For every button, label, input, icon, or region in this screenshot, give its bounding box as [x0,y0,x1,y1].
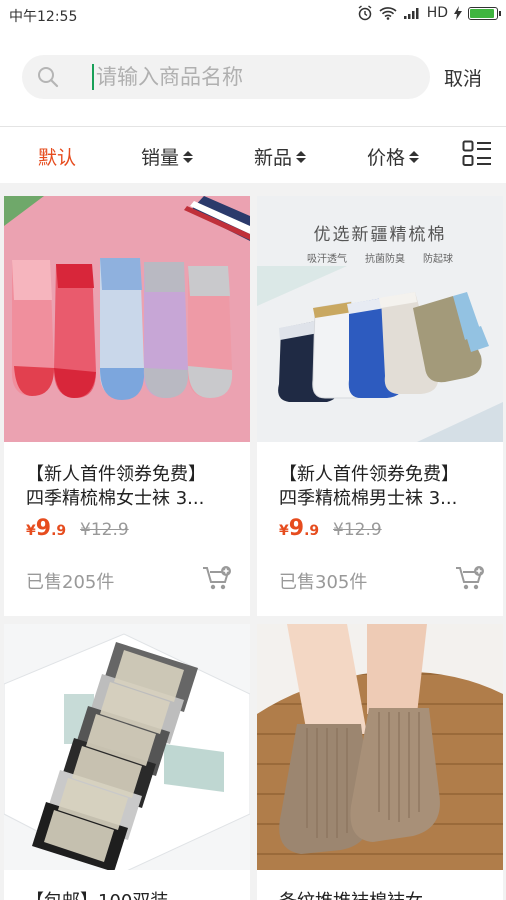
product-title-line2: 四季精梳棉女士袜 3... [26,488,205,509]
sort-arrows-icon [296,150,307,164]
product-title-line1: 【新人首件领券免费】 [279,464,459,485]
price-currency: ¥ [279,523,289,539]
price-decimal: .9 [51,523,67,539]
socks-photo [4,196,250,442]
sort-default-label: 默认 [38,147,77,169]
status-bar: 中午12:55 HD [0,0,506,30]
add-to-cart-icon[interactable] [202,566,232,592]
price-integer: 9 [35,516,52,541]
product-price: ¥ 9 .9 [26,516,66,541]
network-type: HD [426,5,448,21]
price-currency: ¥ [26,523,36,539]
original-price: ¥12.9 [80,520,129,540]
status-icons: HD [357,5,501,21]
product-image [257,624,503,870]
product-card[interactable]: 优选新疆精梳棉 吸汗透气 抗菌防臭 防起球 【新人首件领券免费】 四季精梳棉男士… [257,196,503,616]
socks-photo [4,624,250,870]
charging-icon [454,6,462,20]
add-to-cart-icon[interactable] [455,566,485,592]
sort-price[interactable]: 价格 [367,143,420,170]
product-card[interactable]: 条纹堆堆袜棉袜女 [257,624,503,900]
search-placeholder: 请输入商品名称 [96,65,243,89]
product-title: 条纹堆堆袜棉袜女 [279,890,489,900]
product-card[interactable]: 【新人首件领券免费】 四季精梳棉女士袜 3... ¥ 9 .9 ¥12.9 已售… [4,196,250,616]
banner-subtitle: 吸汗透气 抗菌防臭 防起球 [257,250,503,265]
sort-price-label: 价格 [367,147,406,169]
product-title-line1: 【包邮】100双装 [26,890,236,900]
cancel-button[interactable]: 取消 [444,64,482,91]
search-icon [38,67,59,88]
sort-sales-label: 销量 [141,147,180,169]
battery-icon [468,6,501,20]
banner-sub1: 吸汗透气 [307,254,347,265]
product-title-line2: 四季精梳棉男士袜 3... [279,488,458,509]
sold-count: 已售305件 [279,572,368,593]
sort-new-label: 新品 [254,147,293,169]
sort-arrows-icon [183,150,194,164]
product-image [4,196,250,442]
banner-title: 优选新疆精梳棉 [313,225,447,245]
product-title-line1: 【新人首件领券免费】 [26,464,206,485]
price-integer: 9 [288,516,305,541]
alarm-icon [358,5,372,21]
banner-sub3: 防起球 [423,254,453,265]
product-image [4,624,250,870]
sold-count: 已售205件 [26,572,115,593]
sort-arrows-icon [409,150,420,164]
status-time: 中午12:55 [9,9,78,25]
search-input[interactable]: 请输入商品名称 [22,55,430,99]
sort-bar: 默认 销量 新品 价格 [0,127,506,183]
product-image: 优选新疆精梳棉 吸汗透气 抗菌防臭 防起球 [257,196,503,442]
product-card[interactable]: 【包邮】100双装 [4,624,250,900]
battery-fill [470,8,494,18]
sort-default[interactable]: 默认 [38,143,76,170]
text-caret [92,64,94,90]
product-title: 【新人首件领券免费】 四季精梳棉女士袜 3... [26,463,236,511]
banner-sub2: 抗菌防臭 [365,254,405,265]
socks-photo [257,624,503,870]
list-grid-toggle-icon[interactable] [462,140,492,168]
product-title: 【新人首件领券免费】 四季精梳棉男士袜 3... [279,463,489,511]
wifi-icon [379,7,397,20]
product-price: ¥ 9 .9 [279,516,319,541]
sort-sales[interactable]: 销量 [141,143,194,170]
product-title-line1: 条纹堆堆袜棉袜女 [279,890,489,900]
sort-new[interactable]: 新品 [254,143,307,170]
price-decimal: .9 [304,523,320,539]
original-price: ¥12.9 [333,520,382,540]
signal-icon [403,8,419,19]
product-title: 【包邮】100双装 [26,890,236,900]
header: 中午12:55 HD 请输入商品名称 取消 [0,0,506,126]
